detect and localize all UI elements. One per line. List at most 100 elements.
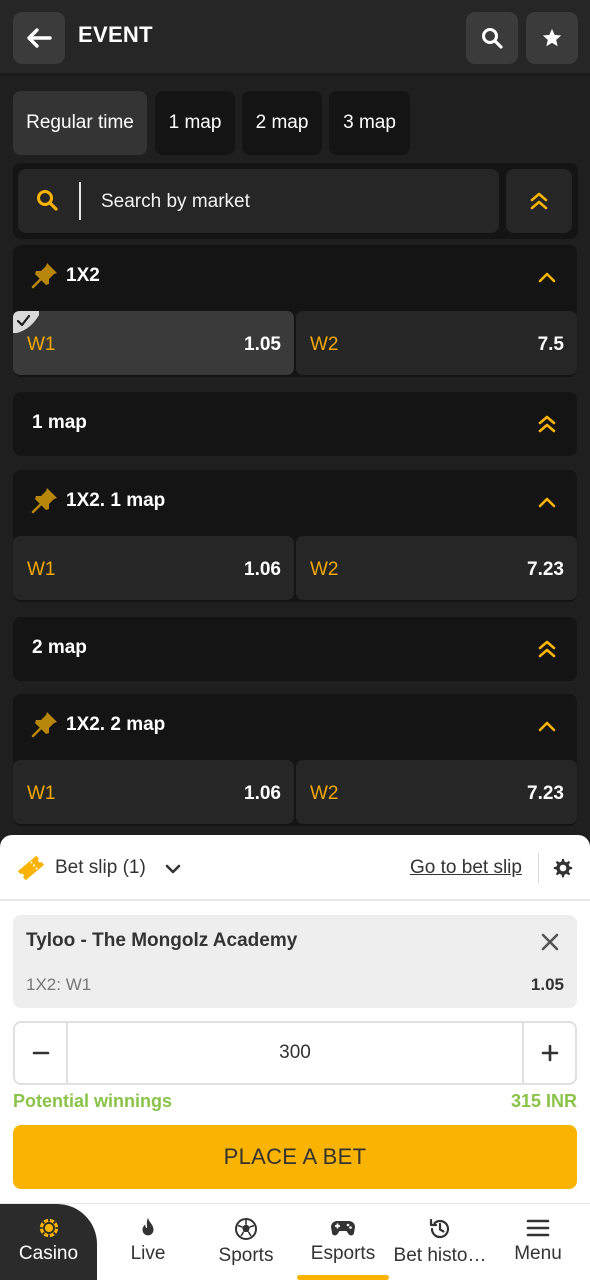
double-chevron-up-icon xyxy=(530,192,548,210)
bet-market: 1X2: W1 xyxy=(26,975,92,994)
odd-button-w2[interactable]: W2 7.23 xyxy=(296,536,577,600)
market-title: 1 map xyxy=(32,412,87,433)
ticket-icon xyxy=(17,855,45,881)
odd-button-w1[interactable]: W1 1.05 xyxy=(13,311,294,375)
back-button[interactable] xyxy=(13,12,65,64)
nav-label: Menu xyxy=(514,1243,562,1264)
nav-item-menu[interactable]: Menu xyxy=(490,1204,586,1280)
nav-label: Bet histo… xyxy=(393,1245,487,1266)
nav-item-casino[interactable]: Casino xyxy=(0,1204,97,1280)
page-title: EVENT xyxy=(78,22,153,47)
bet-odd: 1.05 xyxy=(530,975,564,994)
gamepad-icon xyxy=(331,1221,355,1236)
selected-check-icon xyxy=(13,311,39,333)
odd-value: 1.06 xyxy=(244,783,281,804)
market-card-1x2-2-map: 1X2. 2 map W1 1.06 W2 7.23 xyxy=(13,694,577,826)
search-icon xyxy=(482,28,503,49)
potential-winnings-value: 315 INR xyxy=(510,1091,577,1111)
pin-icon xyxy=(31,263,57,289)
top-header: EVENT xyxy=(0,0,590,76)
odd-button-w2[interactable]: W2 7.5 xyxy=(296,311,577,375)
divider xyxy=(538,853,539,883)
odd-value: 7.5 xyxy=(537,334,564,355)
market-title: 1X2. 1 map xyxy=(66,490,166,511)
arrow-left-icon xyxy=(27,28,52,48)
market-card-2-map[interactable]: 2 map xyxy=(13,617,577,681)
chevron-up-icon xyxy=(538,721,556,732)
star-icon xyxy=(542,28,562,47)
nav-label: Sports xyxy=(218,1245,274,1266)
bet-match-name: Tyloo - The Mongolz Academy xyxy=(26,930,298,951)
market-title: 1X2. 2 map xyxy=(66,714,166,735)
market-card-1-map[interactable]: 1 map xyxy=(13,392,577,456)
bet-slip-header: Bet slip (1) Go to bet slip xyxy=(0,835,590,901)
market-title: 2 map xyxy=(32,637,87,658)
bottom-navigation: Casino Live Sports Esports Bet histo… Me… xyxy=(0,1203,590,1280)
odd-value: 1.05 xyxy=(244,334,281,355)
market-card-1x2-1-map: 1X2. 1 map W1 1.06 W2 7.23 xyxy=(13,470,577,602)
market-header[interactable]: 1X2. 2 map xyxy=(13,694,577,758)
odd-label: W2 xyxy=(310,559,339,580)
minus-icon xyxy=(32,1051,49,1055)
go-to-bet-slip-link[interactable]: Go to bet slip xyxy=(410,857,522,879)
nav-item-bet-history[interactable]: Bet histo… xyxy=(391,1204,489,1280)
odd-button-w2[interactable]: W2 7.23 xyxy=(296,760,577,824)
close-icon[interactable] xyxy=(540,932,560,952)
odd-button-w1[interactable]: W1 1.06 xyxy=(13,536,294,600)
market-search-bar: Search by market xyxy=(13,163,578,239)
increase-stake-button[interactable] xyxy=(522,1023,575,1083)
favorite-button[interactable] xyxy=(526,12,578,64)
casino-chip-icon xyxy=(39,1218,58,1238)
bet-item-card: Tyloo - The Mongolz Academy 1X2: W1 1.05 xyxy=(13,915,577,1008)
pin-icon xyxy=(31,488,57,514)
odd-label: W1 xyxy=(27,559,56,580)
plus-icon xyxy=(541,1044,558,1062)
market-card-1x2: 1X2 W1 1.05 W2 7.5 xyxy=(13,245,577,377)
place-bet-button[interactable]: PLACE A BET xyxy=(13,1125,577,1189)
odd-label: W1 xyxy=(27,334,56,355)
odd-button-w1[interactable]: W1 1.06 xyxy=(13,760,294,824)
stake-stepper: 300 xyxy=(13,1021,577,1085)
odd-value: 1.06 xyxy=(244,559,281,580)
stake-input[interactable]: 300 xyxy=(70,1023,520,1083)
search-placeholder: Search by market xyxy=(101,191,250,212)
chevron-up-icon xyxy=(538,272,556,283)
odd-value: 7.23 xyxy=(527,559,564,580)
bet-slip-title[interactable]: Bet slip (1) xyxy=(55,857,146,879)
tab-1-map[interactable]: 1 map xyxy=(155,91,235,155)
odd-label: W2 xyxy=(310,334,339,355)
nav-label: Esports xyxy=(310,1243,376,1264)
collapse-all-button[interactable] xyxy=(506,169,572,233)
double-chevron-up-icon xyxy=(538,640,556,658)
potential-winnings-label: Potential winnings xyxy=(13,1091,173,1111)
market-header[interactable]: 1X2 xyxy=(13,245,577,309)
chevron-down-icon[interactable] xyxy=(163,859,183,879)
odd-label: W2 xyxy=(310,783,339,804)
flame-icon xyxy=(142,1217,154,1236)
history-icon xyxy=(429,1218,450,1239)
nav-item-sports[interactable]: Sports xyxy=(198,1204,294,1280)
input-divider xyxy=(79,182,81,220)
hamburger-menu-icon xyxy=(526,1219,550,1237)
nav-item-live[interactable]: Live xyxy=(100,1204,196,1280)
market-header[interactable]: 1X2. 1 map xyxy=(13,470,577,534)
tab-3-map[interactable]: 3 map xyxy=(329,91,410,155)
active-nav-indicator xyxy=(297,1275,389,1280)
bet-slip-panel: Bet slip (1) Go to bet slip Tyloo - The … xyxy=(0,835,590,1207)
nav-label: Casino xyxy=(18,1243,79,1264)
odd-value: 7.23 xyxy=(527,783,564,804)
pin-icon xyxy=(31,712,57,738)
search-icon xyxy=(37,190,58,211)
nav-item-esports[interactable]: Esports xyxy=(295,1204,391,1280)
tab-regular-time[interactable]: Regular time xyxy=(13,91,147,155)
double-chevron-up-icon xyxy=(538,415,556,433)
search-button[interactable] xyxy=(466,12,518,64)
market-title: 1X2 xyxy=(66,265,100,286)
gear-icon[interactable] xyxy=(552,857,574,879)
search-input[interactable]: Search by market xyxy=(18,169,499,233)
odd-label: W1 xyxy=(27,783,56,804)
tab-2-map[interactable]: 2 map xyxy=(242,91,322,155)
soccer-ball-icon xyxy=(235,1218,257,1240)
nav-label: Live xyxy=(130,1243,166,1264)
decrease-stake-button[interactable] xyxy=(15,1023,68,1083)
